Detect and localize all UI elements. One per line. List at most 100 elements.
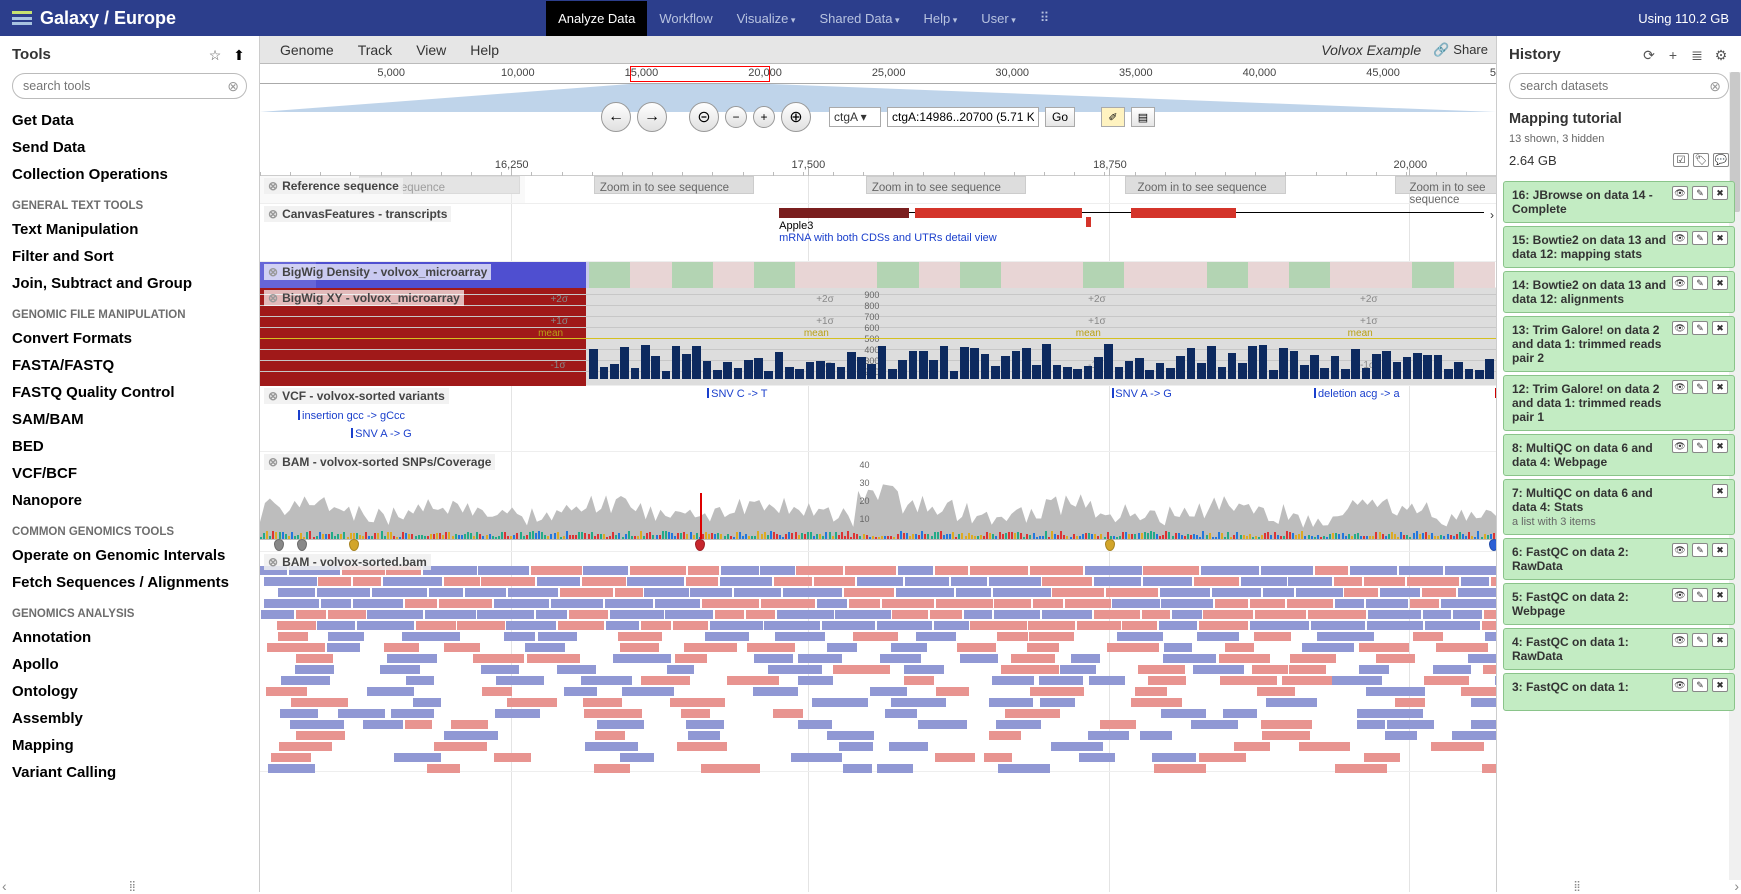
bam-read[interactable] bbox=[1071, 654, 1100, 663]
bam-read[interactable] bbox=[317, 621, 355, 630]
eye-icon[interactable]: 👁 bbox=[1672, 276, 1688, 290]
eye-icon[interactable]: 👁 bbox=[1672, 633, 1688, 647]
bam-read[interactable] bbox=[1461, 577, 1489, 586]
bam-read[interactable] bbox=[827, 643, 857, 652]
bam-read[interactable] bbox=[1143, 577, 1192, 586]
bam-read[interactable] bbox=[1308, 610, 1366, 619]
bam-read[interactable] bbox=[898, 566, 933, 575]
bam-read[interactable] bbox=[296, 654, 333, 663]
bam-read[interactable] bbox=[317, 588, 370, 597]
bam-read[interactable] bbox=[429, 588, 463, 597]
select-all-icon[interactable]: ☑ bbox=[1673, 153, 1689, 167]
bam-read[interactable] bbox=[1257, 687, 1295, 696]
tool-mapping[interactable]: Mapping bbox=[12, 732, 247, 759]
bam-read[interactable] bbox=[1042, 610, 1092, 619]
bam-read[interactable] bbox=[583, 698, 622, 707]
bam-read[interactable] bbox=[1452, 731, 1496, 740]
bam-read[interactable] bbox=[1431, 742, 1484, 751]
bam-read[interactable] bbox=[1441, 599, 1496, 608]
bam-read[interactable] bbox=[594, 764, 629, 773]
bam-read[interactable] bbox=[582, 577, 625, 586]
bam-read[interactable] bbox=[1385, 731, 1416, 740]
jb-menu-view[interactable]: View bbox=[404, 42, 458, 58]
bam-read[interactable] bbox=[1079, 753, 1116, 762]
bam-read[interactable] bbox=[1461, 687, 1496, 696]
bam-read[interactable] bbox=[892, 610, 928, 619]
bam-read[interactable] bbox=[338, 709, 384, 718]
bam-read[interactable] bbox=[655, 599, 700, 608]
tool-sam-bam[interactable]: SAM/BAM bbox=[12, 406, 247, 433]
bam-read[interactable] bbox=[1482, 621, 1496, 630]
bam-read[interactable] bbox=[406, 676, 434, 685]
nav-user[interactable]: User bbox=[969, 1, 1027, 36]
bam-read[interactable] bbox=[1163, 654, 1216, 663]
bam-read[interactable] bbox=[478, 566, 529, 575]
bam-read[interactable] bbox=[774, 577, 812, 586]
del-icon[interactable]: ✖ bbox=[1712, 231, 1728, 245]
bam-read[interactable] bbox=[984, 753, 1012, 762]
bam-read[interactable] bbox=[1266, 698, 1317, 707]
bam-read[interactable] bbox=[444, 643, 481, 652]
bam-read[interactable] bbox=[845, 566, 896, 575]
bam-read[interactable] bbox=[833, 665, 890, 674]
bam-read[interactable] bbox=[827, 731, 874, 740]
bam-read[interactable] bbox=[266, 687, 307, 696]
track-transcripts[interactable]: ⊗CanvasFeatures - transcripts › Apple3 m… bbox=[260, 204, 1496, 262]
bam-read[interactable] bbox=[798, 676, 833, 685]
bam-read[interactable] bbox=[1042, 577, 1091, 586]
bam-read[interactable] bbox=[291, 698, 348, 707]
bam-read[interactable] bbox=[1060, 665, 1096, 674]
bam-read[interactable] bbox=[367, 687, 414, 696]
bam-read[interactable] bbox=[606, 621, 639, 630]
bam-read[interactable] bbox=[1262, 731, 1310, 740]
bam-read[interactable] bbox=[777, 610, 834, 619]
eye-icon[interactable]: 👁 bbox=[1672, 543, 1688, 557]
bam-read[interactable] bbox=[1138, 665, 1185, 674]
bam-read[interactable] bbox=[934, 621, 969, 630]
bam-read[interactable] bbox=[413, 698, 440, 707]
bam-read[interactable] bbox=[1148, 676, 1187, 685]
bam-read[interactable] bbox=[857, 577, 903, 586]
bam-read[interactable] bbox=[1289, 665, 1326, 674]
history-search-input[interactable] bbox=[1509, 73, 1729, 99]
bam-read[interactable] bbox=[1234, 742, 1270, 751]
bam-read[interactable] bbox=[531, 566, 581, 575]
bam-read[interactable] bbox=[1315, 566, 1348, 575]
bam-read[interactable] bbox=[536, 610, 567, 619]
tool-fastq-quality-control[interactable]: FASTQ Quality Control bbox=[12, 379, 247, 406]
tool-fasta-fastq[interactable]: FASTA/FASTQ bbox=[12, 352, 247, 379]
edit-icon[interactable]: ✎ bbox=[1692, 678, 1708, 692]
bam-read[interactable] bbox=[1131, 698, 1183, 707]
bam-read[interactable] bbox=[701, 764, 759, 773]
bam-read[interactable] bbox=[1495, 676, 1496, 685]
bam-read[interactable] bbox=[353, 577, 381, 586]
bam-read[interactable] bbox=[1122, 621, 1157, 630]
bam-read[interactable] bbox=[817, 599, 848, 608]
bam-read[interactable] bbox=[281, 676, 329, 685]
bam-read[interactable] bbox=[992, 676, 1035, 685]
bam-read[interactable] bbox=[494, 599, 549, 608]
bam-read[interactable] bbox=[268, 764, 315, 773]
bam-read[interactable] bbox=[768, 665, 822, 674]
bam-read[interactable] bbox=[372, 588, 427, 597]
bam-read[interactable] bbox=[1263, 588, 1294, 597]
tool-filter-and-sort[interactable]: Filter and Sort bbox=[12, 243, 247, 270]
tool-text-manipulation[interactable]: Text Manipulation bbox=[12, 216, 247, 243]
bam-read[interactable] bbox=[394, 753, 441, 762]
bam-read[interactable] bbox=[681, 709, 711, 718]
bam-read[interactable] bbox=[1065, 599, 1110, 608]
bam-read[interactable] bbox=[367, 610, 422, 619]
bam-read[interactable] bbox=[495, 709, 540, 718]
bam-read[interactable] bbox=[1368, 610, 1421, 619]
bam-read[interactable] bbox=[822, 621, 875, 630]
bam-read[interactable] bbox=[353, 599, 403, 608]
annotation-icon[interactable]: 💬 bbox=[1713, 153, 1729, 167]
tool-assembly[interactable]: Assembly bbox=[12, 705, 247, 732]
bam-read[interactable] bbox=[1424, 676, 1470, 685]
bam-read[interactable] bbox=[506, 621, 555, 630]
eye-icon[interactable]: 👁 bbox=[1672, 380, 1688, 394]
bam-read[interactable] bbox=[1094, 577, 1141, 586]
bam-read[interactable] bbox=[644, 588, 688, 597]
bam-read[interactable] bbox=[1088, 731, 1128, 740]
bam-read[interactable] bbox=[997, 632, 1028, 641]
